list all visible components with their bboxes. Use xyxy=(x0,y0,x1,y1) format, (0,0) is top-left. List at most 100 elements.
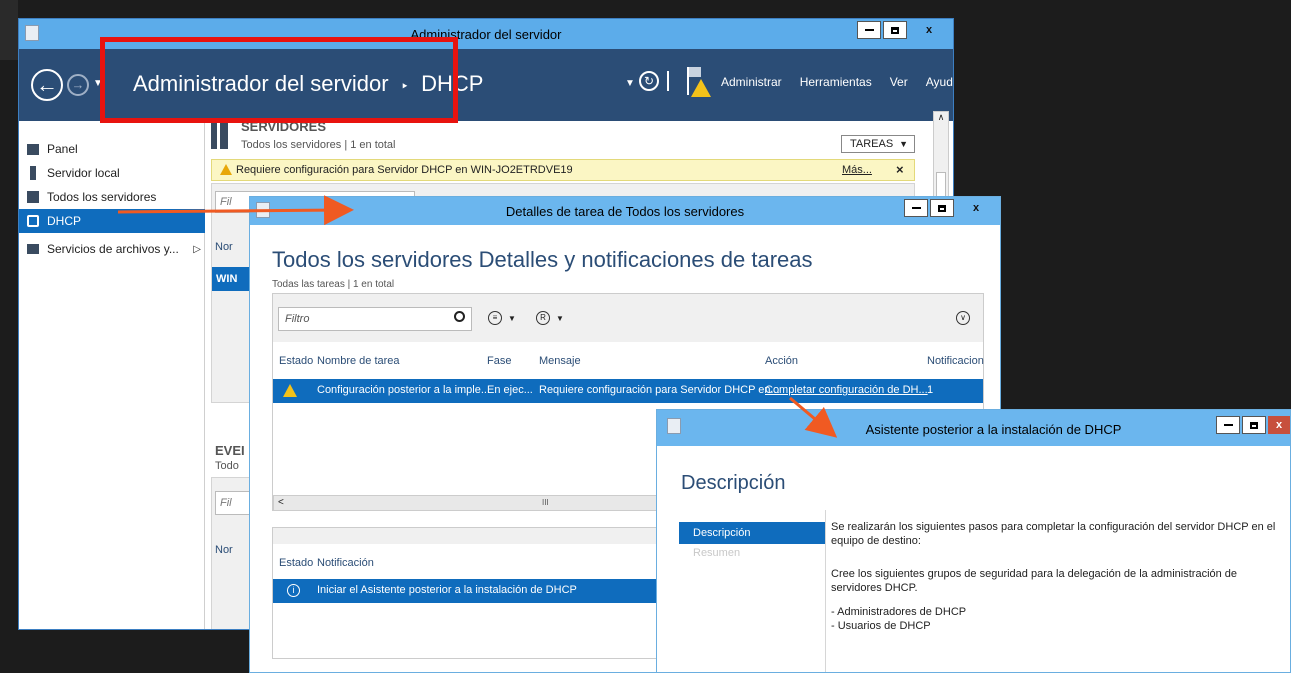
sidebar-item-all-servers[interactable]: Todos los servidores xyxy=(27,187,156,207)
task-row[interactable]: Configuración posterior a la imple... En… xyxy=(273,379,983,403)
window-controls: x xyxy=(857,21,949,39)
sidebar-item-label: DHCP xyxy=(47,214,82,228)
col-status[interactable]: Estado xyxy=(279,355,313,367)
forward-button[interactable]: → xyxy=(67,74,89,96)
expand-arrow-icon[interactable]: ▷ xyxy=(193,244,201,255)
window-controls: x xyxy=(1216,416,1290,434)
tasks-label: TAREAS xyxy=(850,138,894,150)
highlight-box xyxy=(100,37,458,123)
sidebar-item-label: Servidor local xyxy=(47,166,120,180)
all-servers-icon xyxy=(27,191,39,203)
minimize-icon xyxy=(911,207,921,209)
menu-view[interactable]: Ver xyxy=(890,75,908,89)
filter-text: Fil xyxy=(220,196,232,208)
col-notifications[interactable]: Notificacion xyxy=(927,355,984,367)
notification-text: Iniciar el Asistente posterior a la inst… xyxy=(317,584,577,596)
scroll-thumb[interactable]: III xyxy=(542,498,549,507)
sidebar-item-label: Panel xyxy=(47,142,78,156)
task-message: Requiere configuración para Servidor DHC… xyxy=(539,384,780,396)
refresh-icon[interactable]: ↻ xyxy=(639,71,659,91)
wizard-step-description[interactable]: Descripción xyxy=(679,522,825,544)
sidebar-item-file-services[interactable]: Servicios de archivos y... ▷ xyxy=(27,239,201,259)
col-phase[interactable]: Fase xyxy=(487,355,511,367)
wizard-heading: Descripción xyxy=(681,472,786,494)
back-button[interactable]: ← xyxy=(31,69,63,101)
task-details-title: Detalles de tarea de Todos los servidore… xyxy=(505,204,745,219)
close-button[interactable]: x xyxy=(956,199,996,217)
scroll-left-icon[interactable]: < xyxy=(278,497,284,508)
task-action-link[interactable]: Completar configuración de DH... xyxy=(765,384,928,396)
sidebar-item-label: Todos los servidores xyxy=(47,190,157,204)
warning-icon xyxy=(220,164,232,175)
sidebar-item-panel[interactable]: Panel xyxy=(27,139,78,159)
task-details-heading: Todos los servidores Detalles y notifica… xyxy=(272,247,813,272)
warning-text: Requiere configuración para Servidor DHC… xyxy=(236,164,573,176)
list-options-icon[interactable]: ≡ xyxy=(488,311,502,325)
sidebar-item-label: Servicios de archivos y... xyxy=(47,242,179,256)
window-controls: x xyxy=(904,199,996,217)
desktop-fragment xyxy=(0,0,18,60)
wizard-group-admins: - Administradores de DHCP xyxy=(831,606,967,619)
minimize-button[interactable] xyxy=(857,21,881,39)
horizontal-scrollbar[interactable]: < III xyxy=(273,495,673,511)
minimize-icon xyxy=(1223,424,1233,426)
task-column-headers: Estado Nombre de tarea Fase Mensaje Acci… xyxy=(273,355,984,373)
maximize-button[interactable] xyxy=(930,199,954,217)
maximize-button[interactable] xyxy=(883,21,907,39)
servers-column-header[interactable]: Nor xyxy=(215,241,233,253)
minimize-button[interactable] xyxy=(904,199,928,217)
close-button[interactable]: x xyxy=(1268,416,1290,434)
wizard-paragraph-intro: Se realizarán los siguientes pasos para … xyxy=(831,521,1276,548)
refresh-dropdown-icon[interactable]: ▼ xyxy=(625,78,635,89)
local-server-icon xyxy=(30,166,36,180)
more-link[interactable]: Más... xyxy=(842,164,872,176)
task-details-titlebar[interactable]: Detalles de tarea de Todos los servidore… xyxy=(250,197,1000,225)
menu-help[interactable]: Ayuda xyxy=(926,75,953,89)
sidebar-item-dhcp[interactable]: DHCP xyxy=(19,209,205,233)
server-name: WIN xyxy=(216,273,238,285)
expand-icon[interactable]: ∨ xyxy=(956,311,970,325)
task-notifications: 1 xyxy=(927,384,934,396)
save-query-icon[interactable]: R xyxy=(536,311,550,325)
notifications-flag-icon[interactable] xyxy=(685,65,713,99)
filter-text: Fil xyxy=(220,497,232,509)
close-icon[interactable]: × xyxy=(896,162,904,177)
scroll-up-icon[interactable]: ∧ xyxy=(934,112,948,123)
dashboard-icon xyxy=(27,143,39,155)
events-column-header[interactable]: Nor xyxy=(215,544,233,556)
wizard-titlebar[interactable]: Asistente posterior a la instalación de … xyxy=(657,410,1290,446)
task-filter-input[interactable]: Filtro xyxy=(278,307,472,331)
task-phase: En ejec... xyxy=(487,384,533,396)
col-message[interactable]: Mensaje xyxy=(539,355,581,367)
close-button[interactable]: x xyxy=(909,21,949,39)
sidebar-item-local-server[interactable]: Servidor local xyxy=(27,163,120,183)
file-services-icon xyxy=(27,244,39,254)
wizard-steps-divider xyxy=(825,510,826,672)
app-icon xyxy=(667,418,681,434)
tasks-button[interactable]: TAREAS ▼ xyxy=(841,135,915,153)
maximize-button[interactable] xyxy=(1242,416,1266,434)
col-task-name[interactable]: Nombre de tarea xyxy=(317,355,400,367)
wizard-group-users: - Usuarios de DHCP xyxy=(831,620,931,633)
maximize-icon xyxy=(1250,421,1258,429)
chevron-down-icon: ▼ xyxy=(899,139,908,149)
servers-row[interactable]: WIN xyxy=(212,267,252,291)
col-status[interactable]: Estado xyxy=(279,557,313,569)
menu-bar: Administrar Herramientas Ver Ayuda xyxy=(721,75,953,89)
menu-manage[interactable]: Administrar xyxy=(721,75,782,89)
col-action[interactable]: Acción xyxy=(765,355,798,367)
wizard-step-summary: Resumen xyxy=(693,547,741,559)
chevron-down-icon[interactable]: ▼ xyxy=(508,314,516,323)
menu-tools[interactable]: Herramientas xyxy=(800,75,872,89)
wizard-paragraph-groups: Cree los siguientes grupos de seguridad … xyxy=(831,567,1238,594)
warning-bar: Requiere configuración para Servidor DHC… xyxy=(211,159,915,181)
minimize-button[interactable] xyxy=(1216,416,1240,434)
chevron-down-icon[interactable]: ▼ xyxy=(556,314,564,323)
divider xyxy=(667,71,669,91)
dhcp-icon xyxy=(27,215,39,227)
events-heading: EVEI xyxy=(215,443,245,458)
sidebar: Panel Servidor local Todos los servidore… xyxy=(19,121,205,629)
col-notification[interactable]: Notificación xyxy=(317,557,374,569)
search-icon[interactable] xyxy=(454,311,465,322)
maximize-icon xyxy=(891,26,899,34)
